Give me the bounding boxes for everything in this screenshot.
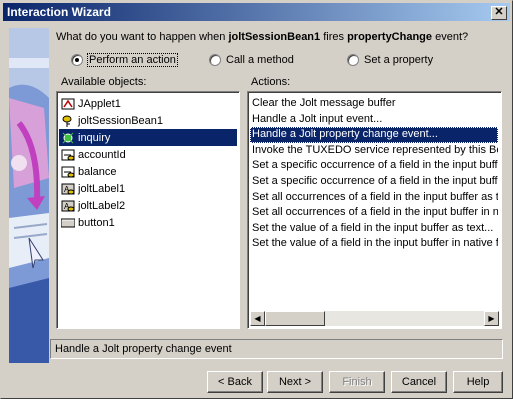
wizard-illustration — [9, 28, 49, 363]
radio-unselected-icon — [209, 54, 221, 66]
scroll-left-button[interactable]: ◀ — [250, 311, 265, 326]
button-icon — [60, 216, 76, 230]
available-objects-label: Available objects: — [61, 76, 147, 88]
window-title: Interaction Wizard — [7, 5, 111, 19]
list-item[interactable]: A joltLabel1 — [59, 180, 237, 197]
bean-icon — [61, 130, 75, 145]
list-item[interactable]: Handle a Jolt property change event... — [250, 127, 498, 143]
close-icon: ✕ — [494, 6, 504, 18]
list-item[interactable]: JApplet1 — [59, 95, 237, 112]
arrow-left-icon: ◀ — [254, 314, 261, 323]
radio-unselected-icon — [347, 54, 359, 66]
question-suffix: event? — [432, 31, 469, 43]
radio-label: Set a property — [364, 54, 434, 66]
list-item[interactable]: Set a specific occurrence of a field in … — [250, 158, 498, 174]
list-item[interactable]: Set all occurrences of a field in the in… — [250, 190, 498, 206]
question-event: propertyChange — [347, 31, 433, 43]
actions-list[interactable]: Clear the Jolt message buffer Handle a J… — [247, 91, 502, 329]
available-objects-list[interactable]: JApplet1 joltSessionBean1 inquiry accoun… — [56, 91, 240, 329]
radio-set-property[interactable]: Set a property — [347, 54, 433, 66]
list-item[interactable]: Set the value of a field in the input bu… — [250, 236, 498, 252]
list-item[interactable]: Set a specific occurrence of a field in … — [250, 174, 498, 190]
list-item[interactable]: joltSessionBean1 — [59, 112, 237, 129]
action-type-options: Perform an action Call a method Set a pr… — [1, 53, 513, 70]
textfield-icon — [61, 148, 75, 162]
applet-icon — [61, 97, 75, 111]
list-item[interactable]: button1 — [59, 214, 237, 231]
list-item-label: joltSessionBean1 — [78, 114, 164, 127]
radio-call-method[interactable]: Call a method — [209, 54, 294, 66]
textfield-icon — [61, 165, 75, 179]
arrow-right-icon: ▶ — [488, 314, 495, 323]
bean-icon — [61, 114, 75, 128]
list-item[interactable]: Clear the Jolt message buffer — [250, 96, 498, 112]
list-item[interactable]: Set the value of a field in the input bu… — [250, 221, 498, 237]
radio-label: Call a method — [226, 54, 294, 66]
action-description: Handle a Jolt property change event — [50, 339, 503, 359]
list-item-label: accountId — [78, 148, 126, 161]
next-button[interactable]: Next > — [267, 371, 323, 393]
horizontal-scrollbar[interactable]: ◀ ▶ — [250, 311, 499, 326]
close-button[interactable]: ✕ — [491, 6, 507, 20]
title-bar[interactable]: Interaction Wizard ✕ — [3, 3, 510, 21]
wizard-question: What do you want to happen when joltSess… — [56, 31, 468, 43]
interaction-wizard-window: Interaction Wizard ✕ What do you want to… — [0, 0, 513, 399]
scrollbar-thumb[interactable] — [265, 311, 325, 326]
back-button[interactable]: < Back — [207, 371, 263, 393]
list-item[interactable]: Set all occurrences of a field in the in… — [250, 205, 498, 221]
list-item[interactable]: A joltLabel2 — [59, 197, 237, 214]
list-item[interactable]: Invoke the TUXEDO service represented by… — [250, 143, 498, 159]
list-item-label: JApplet1 — [78, 97, 121, 110]
actions-label: Actions: — [251, 76, 291, 88]
list-item[interactable]: accountId — [59, 146, 237, 163]
list-item[interactable]: balance — [59, 163, 237, 180]
radio-selected-icon — [71, 54, 83, 66]
question-source: joltSessionBean1 — [228, 31, 321, 43]
help-button[interactable]: Help — [453, 371, 503, 393]
list-item[interactable]: inquiry — [59, 129, 237, 146]
list-item-label: joltLabel1 — [78, 182, 126, 195]
list-item-label: button1 — [78, 216, 115, 229]
finish-button[interactable]: Finish — [329, 371, 385, 393]
list-item[interactable]: Handle a Jolt input event... — [250, 112, 498, 128]
cancel-button[interactable]: Cancel — [391, 371, 447, 393]
list-item-label: inquiry — [78, 131, 111, 144]
list-item-label: joltLabel2 — [78, 199, 126, 212]
radio-perform-action[interactable]: Perform an action — [71, 53, 178, 67]
radio-label: Perform an action — [87, 53, 178, 67]
scroll-right-button[interactable]: ▶ — [484, 311, 499, 326]
label-icon: A — [61, 182, 75, 196]
question-middle: fires — [320, 31, 348, 43]
list-item-label: balance — [78, 165, 117, 178]
question-prefix: What do you want to happen when — [56, 31, 229, 43]
label-icon: A — [61, 199, 75, 213]
